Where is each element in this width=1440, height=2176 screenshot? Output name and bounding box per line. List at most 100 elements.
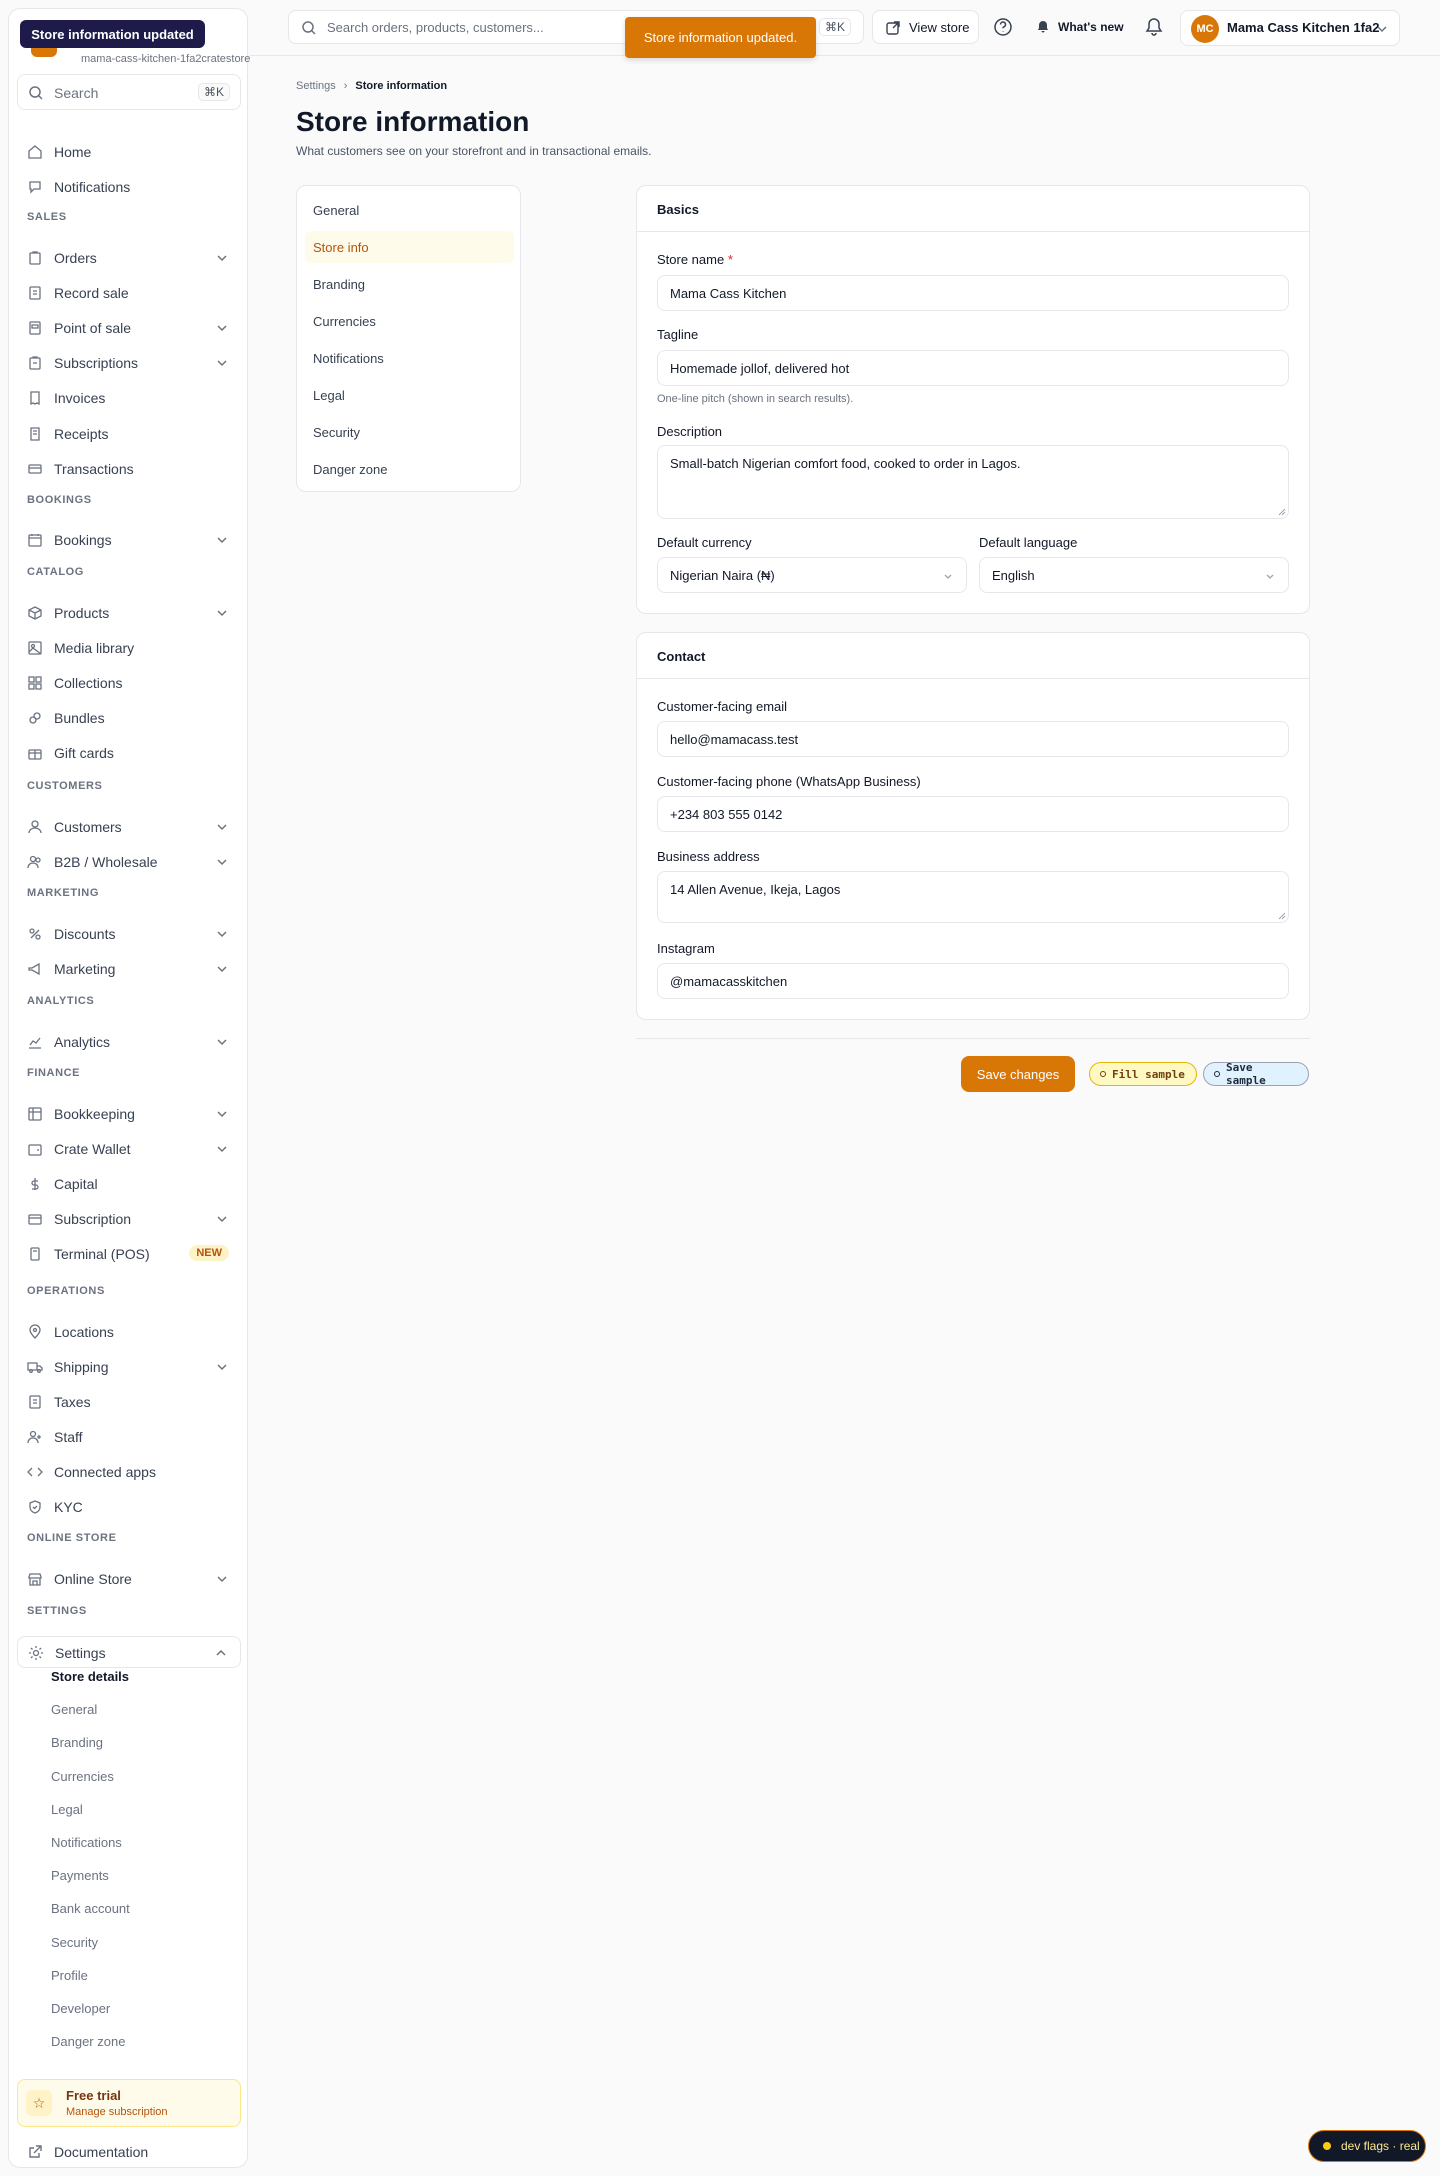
sidebar-item-home[interactable]: Home — [17, 136, 241, 168]
sidebar-item-point-of-sale[interactable]: Point of sale — [17, 312, 241, 344]
settings-subitem-developer[interactable]: Developer — [51, 2001, 110, 2016]
sidebar-item-bookings[interactable]: Bookings — [17, 524, 241, 556]
email-field[interactable]: hello@mamacass.test — [657, 721, 1289, 757]
sidebar-item-connected-apps[interactable]: Connected apps — [17, 1456, 241, 1488]
toast[interactable]: Store information updated. — [625, 17, 816, 58]
sidebar-item-notifications[interactable]: Notifications — [17, 171, 241, 203]
help-icon[interactable] — [993, 17, 1013, 37]
subnav-item-notifications[interactable]: Notifications — [305, 342, 514, 374]
resize-handle-icon[interactable] — [1278, 508, 1286, 516]
language-select[interactable]: English — [979, 557, 1289, 593]
settings-subitem-notifications[interactable]: Notifications — [51, 1835, 122, 1850]
chevron-down-icon — [217, 1216, 227, 1223]
settings-subitem-currencies[interactable]: Currencies — [51, 1769, 114, 1784]
subnav-item-danger-zone[interactable]: Danger zone — [305, 453, 514, 485]
subnav-item-legal[interactable]: Legal — [305, 379, 514, 411]
receipts-icon — [30, 427, 40, 441]
settings-subitem-general[interactable]: General — [51, 1702, 97, 1717]
free-trial-banner[interactable]: ☆ Free trial Manage subscription — [17, 2079, 241, 2127]
sidebar-item-media-library[interactable]: Media library — [17, 632, 241, 664]
settings-subitem-bank-account[interactable]: Bank account — [51, 1901, 130, 1916]
subnav-item-store-info[interactable]: Store info — [305, 231, 514, 263]
sidebar-item-capital[interactable]: Capital — [17, 1168, 241, 1200]
external-link-icon — [29, 2145, 42, 2158]
new-badge: NEW — [189, 1245, 229, 1261]
sidebar-item-staff[interactable]: Staff — [17, 1421, 241, 1453]
sidebar-item-b2b-wholesale[interactable]: B2B / Wholesale — [17, 846, 241, 878]
tagline-input[interactable]: Homemade jollof, delivered hot — [657, 350, 1289, 386]
sidebar-item-receipts[interactable]: Receipts — [17, 418, 241, 450]
chevron-down-icon — [217, 824, 227, 831]
sidebar-item-transactions[interactable]: Transactions — [17, 453, 241, 485]
point-of-sale-icon — [29, 321, 41, 335]
sidebar-item-subscription[interactable]: Subscription — [17, 1203, 241, 1235]
subnav-item-currencies[interactable]: Currencies — [305, 305, 514, 337]
breadcrumb-settings[interactable]: Settings — [296, 80, 336, 92]
settings-subitem-danger-zone[interactable]: Danger zone — [51, 2034, 125, 2049]
save-changes-button[interactable]: Save changes — [961, 1056, 1075, 1092]
resize-handle-icon[interactable] — [1278, 912, 1286, 920]
sidebar-item-documentation[interactable]: Documentation — [17, 2136, 241, 2168]
sidebar-item-locations[interactable]: Locations — [17, 1316, 241, 1348]
user-name: Mama Cass Kitchen 1fa2 — [1227, 20, 1380, 35]
sidebar-item-bundles[interactable]: Bundles — [17, 702, 241, 734]
address-value: 14 Allen Avenue, Ikeja, Lagos — [670, 882, 841, 897]
sidebar-item-terminal-pos[interactable]: Terminal (POS) NEW — [17, 1238, 241, 1270]
sidebar-item-marketing[interactable]: Marketing — [17, 953, 241, 985]
phone-field[interactable]: +234 803 555 0142 — [657, 796, 1289, 832]
sidebar-item-collections[interactable]: Collections — [17, 667, 241, 699]
sidebar-item-invoices[interactable]: Invoices — [17, 382, 241, 414]
trial-link[interactable]: Manage subscription — [66, 2106, 168, 2118]
sidebar-item-gift-cards[interactable]: Gift cards — [17, 737, 241, 769]
sidebar-item-kyc[interactable]: KYC — [17, 1491, 241, 1523]
currency-select[interactable]: Nigerian Naira (₦) — [657, 557, 967, 593]
settings-subitem-profile[interactable]: Profile — [51, 1968, 88, 1983]
section-label-customers: CUSTOMERS — [27, 780, 103, 792]
sidebar-item-products[interactable]: Products — [17, 597, 241, 629]
subnav-item-general[interactable]: General — [305, 194, 514, 226]
subnav-item-label: Branding — [313, 277, 366, 292]
sidebar-item-orders[interactable]: Orders — [17, 242, 241, 274]
chevron-down-icon — [217, 537, 227, 544]
sidebar-item-analytics[interactable]: Analytics — [17, 1026, 241, 1058]
settings-subitem-store-details[interactable]: Store details — [51, 1669, 129, 1684]
instagram-field[interactable]: @mamacasskitchen — [657, 963, 1289, 999]
section-label-catalog: CATALOG — [27, 566, 84, 578]
discounts-icon — [29, 928, 41, 940]
sidebar-item-record-sale[interactable]: Record sale — [17, 277, 241, 309]
sidebar-item-subscriptions[interactable]: Subscriptions — [17, 347, 241, 379]
sidebar-item-online-store[interactable]: Online Store — [17, 1563, 241, 1595]
notifications-bell-icon[interactable] — [1144, 17, 1164, 37]
settings-subitem-legal[interactable]: Legal — [51, 1802, 83, 1817]
sidebar-item-bookkeeping[interactable]: Bookkeeping — [17, 1098, 241, 1130]
settings-subitem-branding[interactable]: Branding — [51, 1735, 103, 1750]
view-store-button[interactable]: View store — [872, 10, 979, 44]
sidebar-item-discounts[interactable]: Discounts — [17, 918, 241, 950]
address-textarea[interactable]: 14 Allen Avenue, Ikeja, Lagos — [657, 871, 1289, 923]
instagram-value: @mamacasskitchen — [670, 974, 788, 989]
sidebar-item-shipping[interactable]: Shipping — [17, 1351, 241, 1383]
contact-card: Contact Customer-facing email hello@mama… — [636, 632, 1310, 1020]
sidebar-item-label: Products — [54, 605, 110, 621]
sidebar-item-label: Notifications — [54, 179, 131, 195]
subnav-item-branding[interactable]: Branding — [305, 268, 514, 300]
sidebar-item-taxes[interactable]: Taxes — [17, 1386, 241, 1418]
settings-subitem-security[interactable]: Security — [51, 1935, 98, 1950]
chevron-down-icon — [217, 360, 227, 367]
subnav-item-security[interactable]: Security — [305, 416, 514, 448]
save-sample-button[interactable]: Save sample — [1203, 1061, 1309, 1087]
description-textarea[interactable]: Small-batch Nigerian comfort food, cooke… — [657, 445, 1289, 519]
fill-sample-button[interactable]: Fill sample — [1089, 1062, 1197, 1086]
card-title: Basics — [657, 202, 699, 217]
dev-flags-button[interactable]: dev flags · real — [1308, 2130, 1426, 2162]
sidebar-item-settings[interactable]: Settings — [17, 1636, 241, 1668]
settings-subitem-payments[interactable]: Payments — [51, 1868, 109, 1883]
online-store-icon — [28, 1573, 42, 1586]
sidebar-item-customers[interactable]: Customers — [17, 811, 241, 843]
store-name-input[interactable]: Mama Cass Kitchen — [657, 275, 1289, 311]
sidebar-item-crate-wallet[interactable]: Crate Wallet — [17, 1133, 241, 1165]
sidebar-search[interactable]: Search ⌘K — [17, 74, 241, 110]
user-menu[interactable]: MC Mama Cass Kitchen 1fa2 — [1180, 10, 1400, 46]
breadcrumb: Settings › Store information — [296, 80, 447, 92]
description-label: Description — [657, 424, 723, 439]
